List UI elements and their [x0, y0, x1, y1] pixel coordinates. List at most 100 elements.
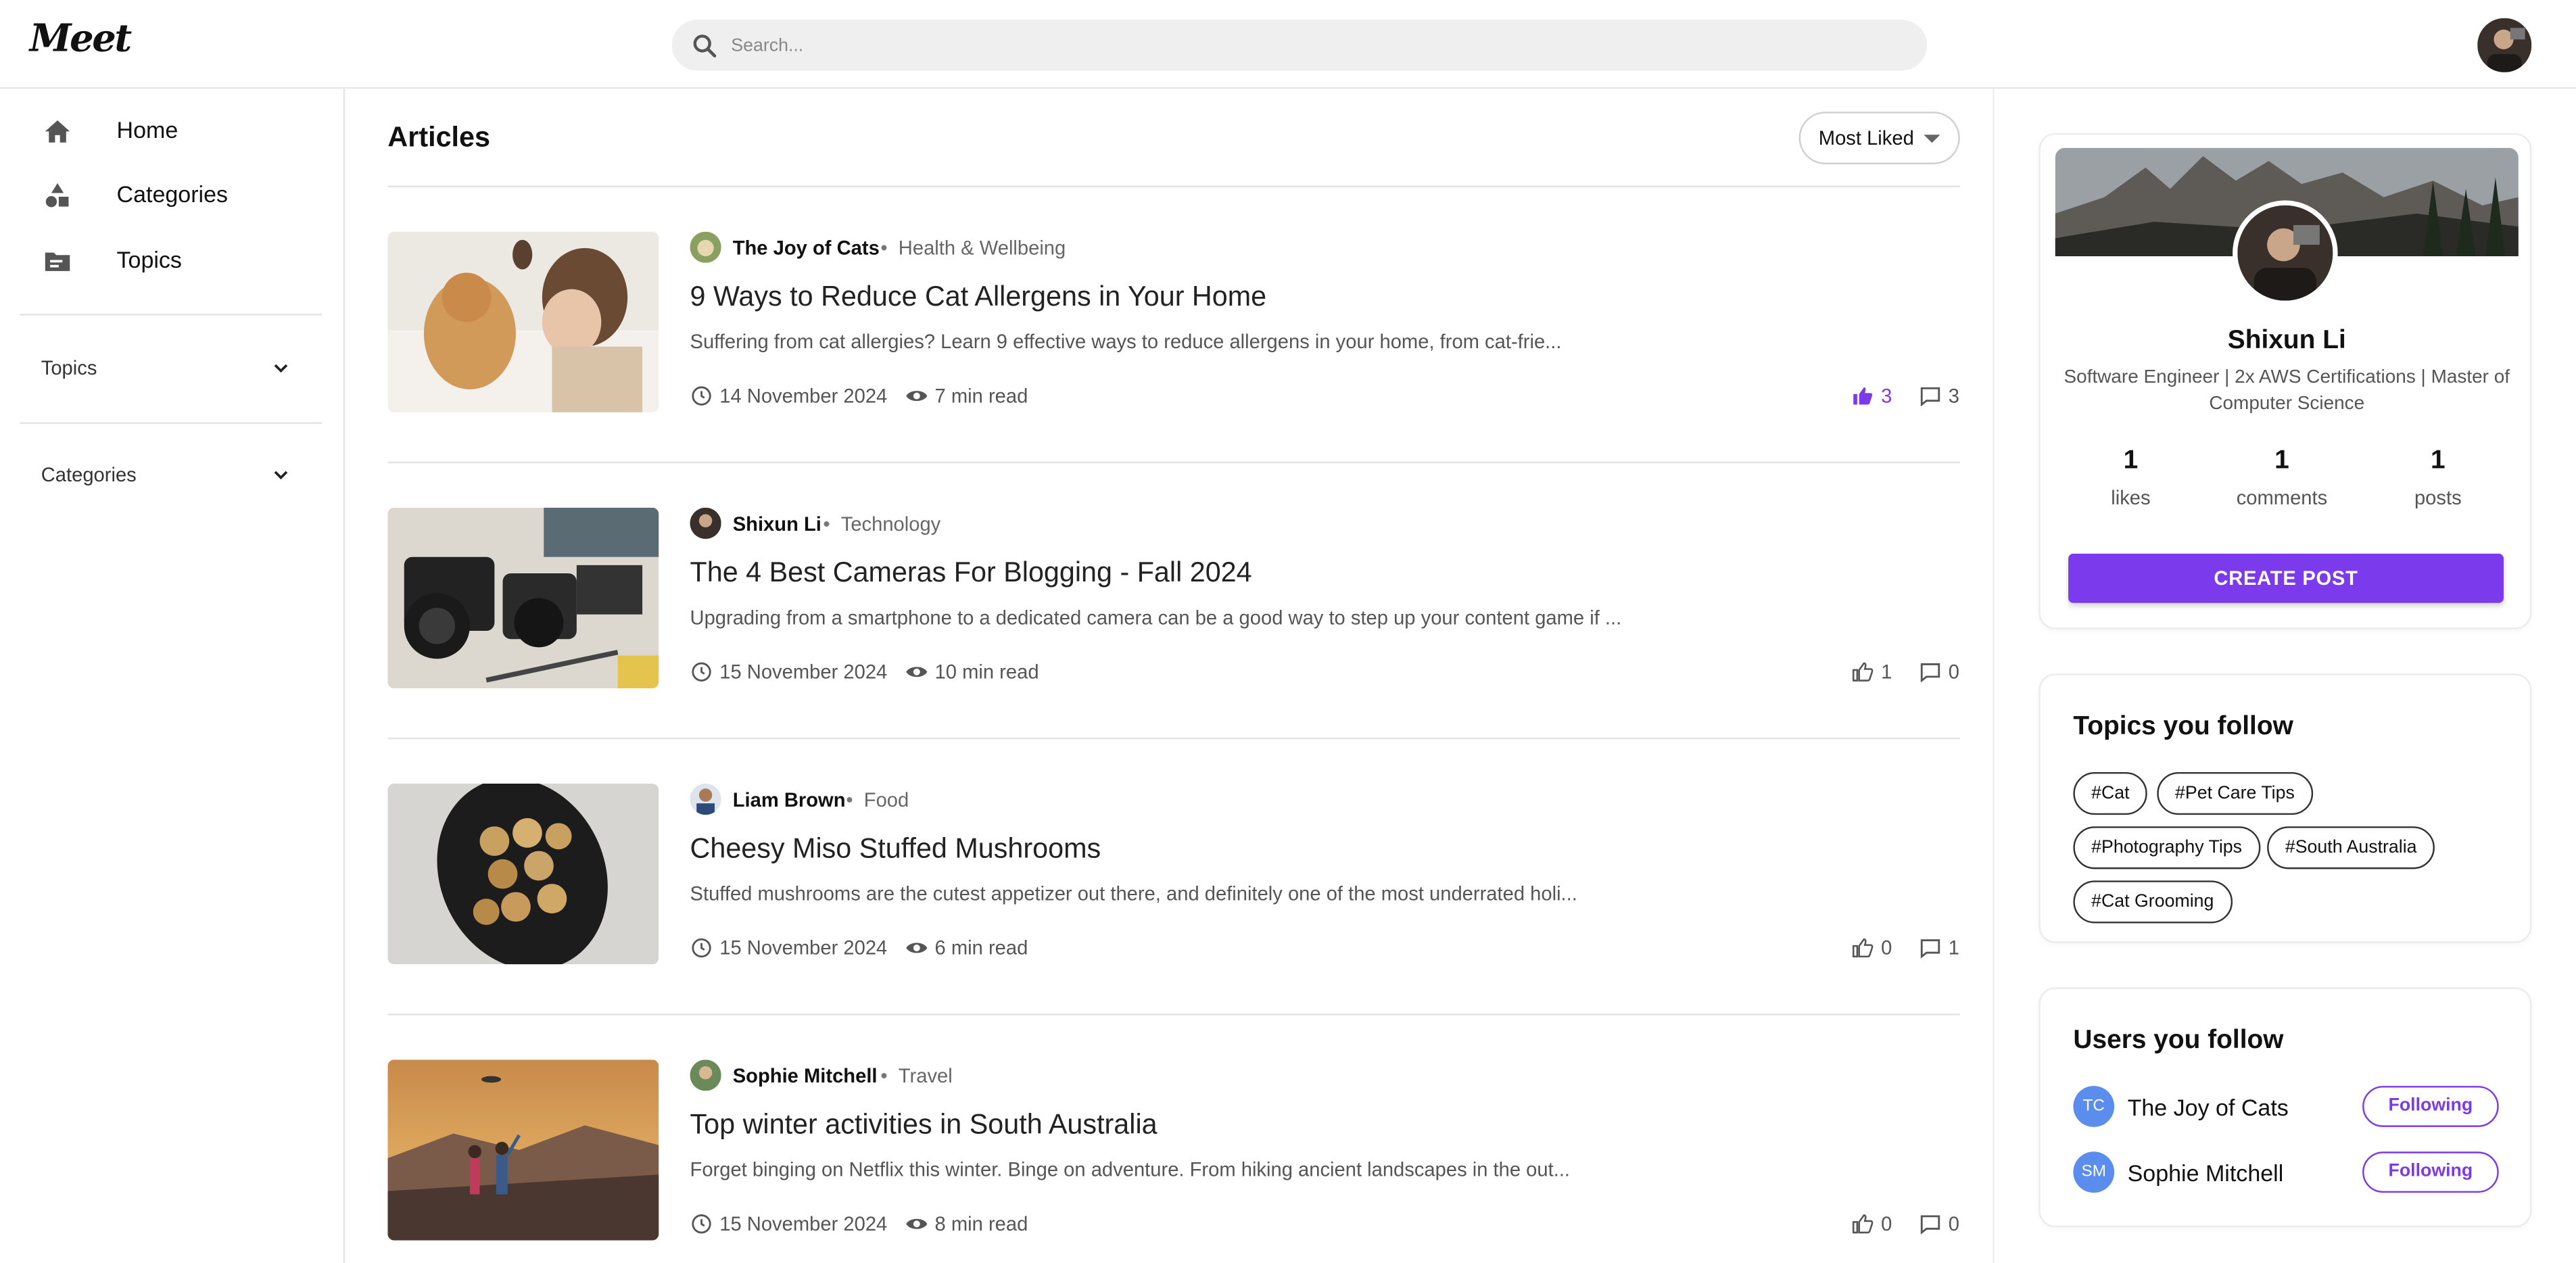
user-initials-avatar[interactable]: TC [2073, 1086, 2115, 1127]
thumbs-up-icon [1852, 1214, 1874, 1234]
chevron-down-icon [274, 364, 288, 373]
author-avatar[interactable] [690, 784, 721, 815]
article-meta: Liam Brown • Food [690, 784, 1840, 817]
sidebar-item-label: Home [116, 116, 178, 143]
sidebar-item-home[interactable]: Home [0, 102, 345, 161]
topic-chip[interactable]: #South Australia [2267, 826, 2435, 869]
like-button[interactable]: 0 [1851, 936, 1892, 959]
article-title[interactable]: Top winter activities in South Australia [690, 1109, 1158, 1142]
topic-chip[interactable]: #Pet Care Tips [2157, 772, 2313, 815]
comments-button[interactable]: 0 [1919, 661, 1959, 684]
article-card[interactable]: Liam Brown • Food Cheesy Miso Stuffed Mu… [387, 784, 1960, 965]
like-button[interactable]: 1 [1851, 661, 1892, 684]
article-excerpt: Upgrading from a smartphone to a dedicat… [690, 606, 1622, 629]
comment-icon [1920, 1215, 1940, 1235]
author-avatar[interactable] [690, 231, 721, 263]
profile-card: Shixun Li Software Engineer | 2x AWS Cer… [2038, 133, 2532, 629]
chevron-down-icon [274, 471, 288, 480]
following-button[interactable]: Following [2362, 1151, 2499, 1193]
sidebar-item-label: Categories [116, 181, 229, 208]
thumbs-up-filled-icon [1853, 387, 1873, 405]
sort-label: Most Liked [1818, 126, 1914, 150]
comments-button[interactable]: 0 [1919, 1212, 1959, 1235]
thumbs-up-icon [1852, 662, 1874, 682]
article-card[interactable]: The Joy of Cats • Health & Wellbeing 9 W… [387, 231, 1959, 412]
profile-avatar[interactable] [2233, 200, 2338, 306]
author-name[interactable]: Sophie Mitchell [733, 1065, 878, 1088]
sidebar-divider [20, 314, 323, 316]
like-button[interactable]: 0 [1851, 1212, 1892, 1235]
author-name[interactable]: Liam Brown [733, 788, 846, 811]
article-stats: 15 November 2024 10 min read 1 0 [690, 661, 1960, 687]
user-initials-avatar[interactable]: SM [2073, 1151, 2115, 1193]
topic-chip[interactable]: #Cat Grooming [2073, 880, 2233, 924]
date: 15 November 2024 [690, 661, 887, 684]
article-card[interactable]: Shixun Li • Technology The 4 Best Camera… [387, 507, 1960, 689]
article-thumbnail[interactable] [387, 231, 659, 412]
article-stats: 15 November 2024 6 min read 0 1 [690, 936, 1960, 963]
author-name[interactable]: The Joy of Cats [733, 237, 880, 260]
article-thumbnail[interactable] [387, 1059, 659, 1241]
stat-likes: 1 likes [2111, 446, 2151, 510]
read-time: 8 min read [905, 1212, 1028, 1235]
shapes-icon [45, 183, 69, 208]
following-button[interactable]: Following [2362, 1086, 2499, 1127]
article-category[interactable]: • Technology [823, 513, 940, 535]
top-bar: Meet [0, 0, 2576, 89]
article-thumbnail[interactable] [387, 784, 659, 965]
sidebar: Home Categories Topics Topics Categories [0, 89, 345, 1263]
author-avatar[interactable] [690, 1059, 721, 1091]
topics-follow-title: Topics you follow [2073, 713, 2293, 741]
comments-button[interactable]: 1 [1919, 936, 1959, 959]
author-avatar[interactable] [690, 507, 721, 539]
sidebar-divider [20, 422, 323, 424]
article-title[interactable]: 9 Ways to Reduce Cat Allergens in Your H… [690, 281, 1267, 314]
clock-icon [692, 1214, 711, 1234]
user-name[interactable]: Sophie Mitchell [2128, 1160, 2284, 1186]
search-input[interactable] [731, 20, 1882, 71]
article-card[interactable]: Sophie Mitchell • Travel Top winter acti… [387, 1059, 1960, 1241]
user-name[interactable]: The Joy of Cats [2128, 1094, 2289, 1120]
article-excerpt: Suffering from cat allergies? Learn 9 ef… [690, 330, 1562, 354]
article-title[interactable]: Cheesy Miso Stuffed Mushrooms [690, 833, 1101, 866]
users-follow-title: Users you follow [2073, 1026, 2284, 1055]
article-category[interactable]: • Health & Wellbeing [880, 237, 1066, 260]
create-post-button[interactable]: CREATE POST [2068, 553, 2504, 603]
caret-down-icon [1924, 135, 1940, 143]
divider [387, 1014, 1960, 1016]
divider [387, 461, 1960, 464]
article-thumbnail[interactable] [387, 507, 659, 689]
followed-user: TC The Joy of Cats Following [2073, 1086, 2504, 1128]
categories-accordion[interactable]: Categories [41, 458, 304, 494]
sort-dropdown[interactable]: Most Liked [1798, 112, 1960, 164]
comments-button[interactable]: 3 [1919, 385, 1959, 408]
app-logo[interactable]: Meet [30, 16, 133, 61]
profile-bio: Software Engineer | 2x AWS Certification… [2064, 368, 2510, 414]
like-button[interactable]: 3 [1851, 385, 1892, 408]
topic-chip[interactable]: #Photography Tips [2073, 826, 2260, 869]
article-stats: 15 November 2024 8 min read 0 0 [690, 1212, 1960, 1239]
article-meta: Shixun Li • Technology [690, 507, 1840, 541]
read-time: 10 min read [905, 661, 1039, 684]
user-avatar[interactable] [2477, 18, 2532, 72]
article-title[interactable]: The 4 Best Cameras For Blogging - Fall 2… [690, 557, 1252, 590]
eye-icon [906, 1218, 928, 1229]
article-meta: Sophie Mitchell • Travel [690, 1059, 1840, 1093]
stat-posts: 1 posts [2414, 446, 2462, 510]
clock-icon [692, 662, 711, 682]
search-bar[interactable] [671, 20, 1928, 71]
read-time: 6 min read [905, 936, 1028, 959]
article-category[interactable]: • Travel [880, 1065, 952, 1088]
author-name[interactable]: Shixun Li [733, 513, 821, 535]
sidebar-item-categories[interactable]: Categories [0, 166, 345, 224]
search-icon [693, 34, 717, 57]
divider [387, 737, 1960, 740]
topic-chip[interactable]: #Cat [2073, 772, 2148, 815]
sidebar-item-topics[interactable]: Topics [0, 232, 345, 291]
topics-accordion[interactable]: Topics [41, 352, 304, 387]
article-excerpt: Forget binging on Netflix this winter. B… [690, 1158, 1571, 1182]
article-category[interactable]: • Food [846, 788, 909, 811]
clock-icon [692, 386, 711, 406]
accordion-label: Topics [41, 356, 97, 380]
folder-icon [45, 252, 70, 271]
